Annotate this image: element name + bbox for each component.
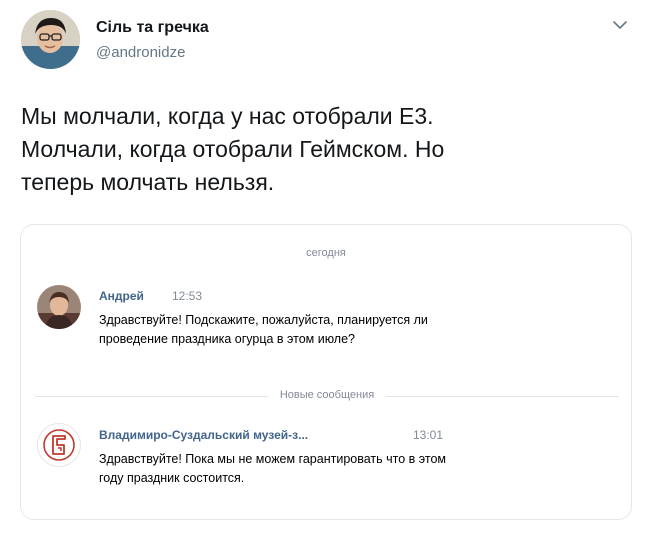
message-line: году праздник состоится. <box>99 471 245 485</box>
message-time: 12:53 <box>172 289 203 303</box>
sender-name[interactable]: Владимиро-Суздальский музей-з... <box>99 428 308 442</box>
sender-avatar <box>37 285 81 329</box>
user-handle[interactable]: @andronidze <box>96 44 185 61</box>
date-separator: сегодня <box>306 247 346 259</box>
message-text: Здравствуйте! Подскажите, пожалуйста, пл… <box>99 311 589 349</box>
tweet: Сіль та гречка @andronidze Мы молчали, к… <box>0 0 650 543</box>
message-text: Здравствуйте! Пока мы не можем гарантиро… <box>99 450 589 488</box>
tweet-text-line: Мы молчали, когда у нас отобрали Е3. <box>21 103 434 129</box>
message-line: Здравствуйте! Пока мы не можем гарантиро… <box>99 452 446 466</box>
tweet-text-line: Молчали, когда отобрали Геймском. Но <box>21 136 445 162</box>
museum-logo-icon <box>37 423 81 467</box>
chevron-down-icon[interactable] <box>611 16 629 34</box>
display-name[interactable]: Сіль та гречка <box>96 19 209 37</box>
tweet-text-line: теперь молчать нельзя. <box>21 169 275 195</box>
message-line: Здравствуйте! Подскажите, пожалуйста, пл… <box>99 313 428 327</box>
tweet-text: Мы молчали, когда у нас отобрали Е3. Мол… <box>21 100 631 199</box>
new-messages-label: Новые сообщения <box>267 389 387 401</box>
new-messages-separator: Новые сообщения <box>35 389 619 403</box>
message-time: 13:01 <box>413 428 444 442</box>
sender-name[interactable]: Андрей <box>99 289 144 303</box>
chat-screenshot-image[interactable]: сегодня Андрей 12:53 Здравствуйте! Подск… <box>20 224 632 520</box>
message-line: проведение праздника огурца в этом июле? <box>99 332 355 346</box>
user-avatar[interactable] <box>21 10 80 69</box>
